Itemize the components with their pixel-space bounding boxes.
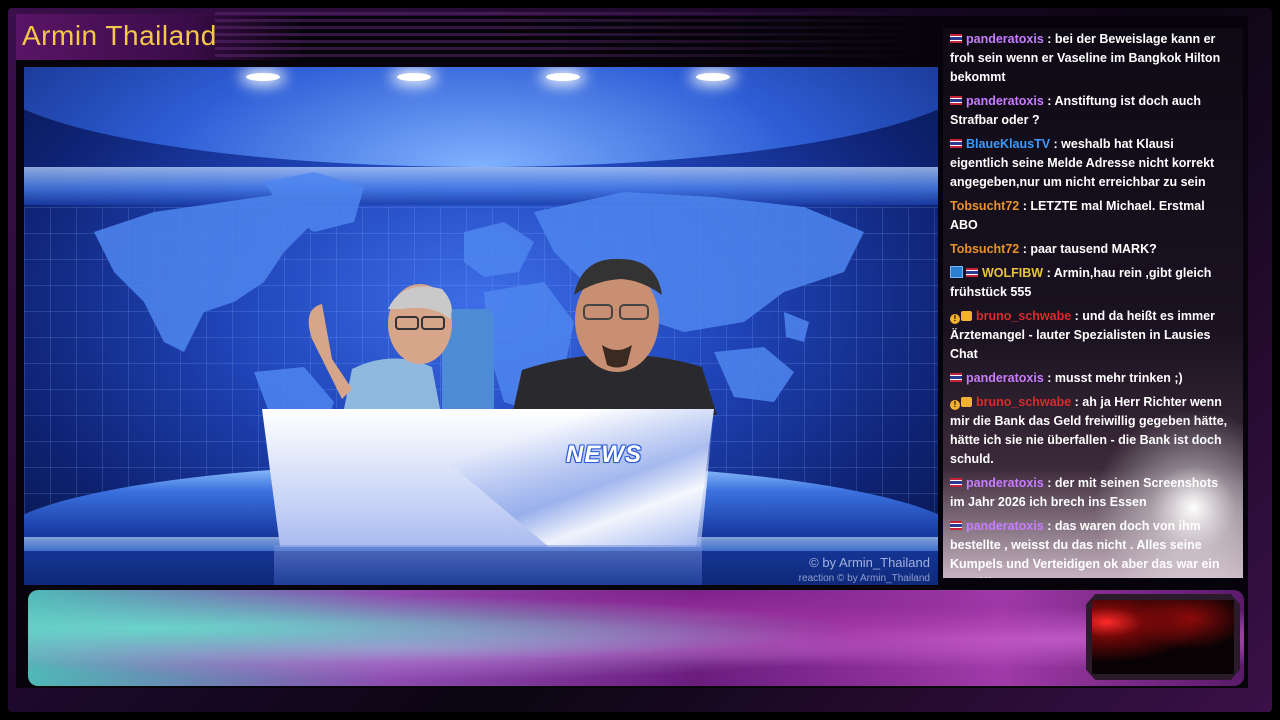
subscriber-badge-icon bbox=[961, 311, 972, 321]
moderator-badge-icon: ! bbox=[950, 400, 960, 410]
chat-username[interactable]: BlaueKlausTV bbox=[966, 137, 1050, 151]
chat-message: panderatoxis : Anstiftung ist doch auch … bbox=[950, 92, 1235, 130]
chat-message: panderatoxis : der mit seinen Screenshot… bbox=[950, 474, 1235, 512]
chat-message: ! bruno_schwabe : ah ja Herr Richter wenn… bbox=[950, 393, 1235, 469]
chat-username[interactable]: Tobsucht72 bbox=[950, 242, 1019, 256]
ceiling-light bbox=[546, 73, 580, 81]
channel-title: Armin Thailand bbox=[22, 20, 217, 51]
thailand-flag-badge-icon bbox=[950, 139, 962, 148]
news-studio-video: NEWS © by Armin_Thailand reaction © by A… bbox=[24, 67, 938, 585]
chat-message: panderatoxis : musst mehr trinken ;) bbox=[950, 369, 1235, 388]
chat-separator: : bbox=[1043, 519, 1055, 533]
chat-username[interactable]: bruno_schwabe bbox=[976, 309, 1071, 323]
chat-username[interactable]: bruno_schwabe bbox=[976, 395, 1071, 409]
thailand-flag-badge-icon bbox=[950, 478, 962, 487]
watermark-reaction: reaction © by Armin_Thailand bbox=[798, 573, 930, 584]
chat-message: BlaueKlausTV : weshalb hat Klausi eigent… bbox=[950, 135, 1235, 192]
chat-separator: : bbox=[1071, 309, 1083, 323]
chat-separator: : bbox=[1071, 395, 1083, 409]
chat-separator: : bbox=[1043, 371, 1055, 385]
chat-message: Tobsucht72 : paar tausend MARK? bbox=[950, 240, 1235, 259]
moderator-badge-icon: ! bbox=[950, 314, 960, 324]
presenter-left bbox=[308, 284, 494, 419]
chat-separator: : bbox=[1043, 32, 1055, 46]
thailand-flag-badge-icon bbox=[950, 521, 962, 530]
thailand-flag-badge-icon bbox=[966, 268, 978, 277]
presenter-right bbox=[512, 258, 717, 415]
ceiling-light bbox=[696, 73, 730, 81]
news-desk-reflection bbox=[274, 545, 702, 585]
ceiling-light bbox=[397, 73, 431, 81]
chat-separator: : bbox=[1043, 94, 1055, 108]
chat-username[interactable]: panderatoxis bbox=[966, 476, 1044, 490]
bottom-banner bbox=[28, 590, 1244, 686]
chat-username[interactable]: Tobsucht72 bbox=[950, 199, 1019, 213]
subscriber-badge-icon bbox=[961, 397, 972, 407]
chat-separator: : bbox=[1043, 476, 1055, 490]
chat-message: ! bruno_schwabe : und da heißt es immer Ä… bbox=[950, 307, 1235, 364]
ceiling-light bbox=[246, 73, 280, 81]
webcam-feed bbox=[1092, 600, 1234, 674]
chat-separator: : bbox=[1019, 242, 1031, 256]
chat-message-text: paar tausend MARK? bbox=[1030, 242, 1157, 256]
chat-username[interactable]: WOLFIBW bbox=[982, 266, 1043, 280]
title-stripes bbox=[215, 12, 935, 60]
chat-message: panderatoxis : bei der Beweislage kann e… bbox=[950, 30, 1235, 87]
chat-username[interactable]: panderatoxis bbox=[966, 371, 1044, 385]
thailand-flag-badge-icon bbox=[950, 373, 962, 382]
thailand-flag-badge-icon bbox=[950, 96, 962, 105]
thailand-flag-badge-icon bbox=[950, 34, 962, 43]
news-desk-label: NEWS bbox=[566, 441, 642, 468]
chat-username[interactable]: panderatoxis bbox=[966, 94, 1044, 108]
chat-username[interactable]: panderatoxis bbox=[966, 32, 1044, 46]
watermark: © by Armin_Thailand bbox=[809, 555, 930, 570]
prime-badge-icon bbox=[950, 266, 963, 278]
chat-message-text: musst mehr trinken ;) bbox=[1054, 371, 1183, 385]
chat-separator: : bbox=[1043, 266, 1054, 280]
chat-message: Tobsucht72 : LETZTE mal Michael. Erstmal… bbox=[950, 197, 1235, 235]
chat-separator: : bbox=[1019, 199, 1031, 213]
chat-separator: : bbox=[1050, 137, 1062, 151]
chat-message: panderatoxis : das waren doch von ihm be… bbox=[950, 517, 1235, 578]
chat-panel[interactable]: panderatoxis : bei der Beweislage kann e… bbox=[943, 28, 1243, 578]
chat-message: WOLFIBW : Armin,hau rein ,gibt gleich fr… bbox=[950, 264, 1235, 302]
chat-username[interactable]: panderatoxis bbox=[966, 519, 1044, 533]
